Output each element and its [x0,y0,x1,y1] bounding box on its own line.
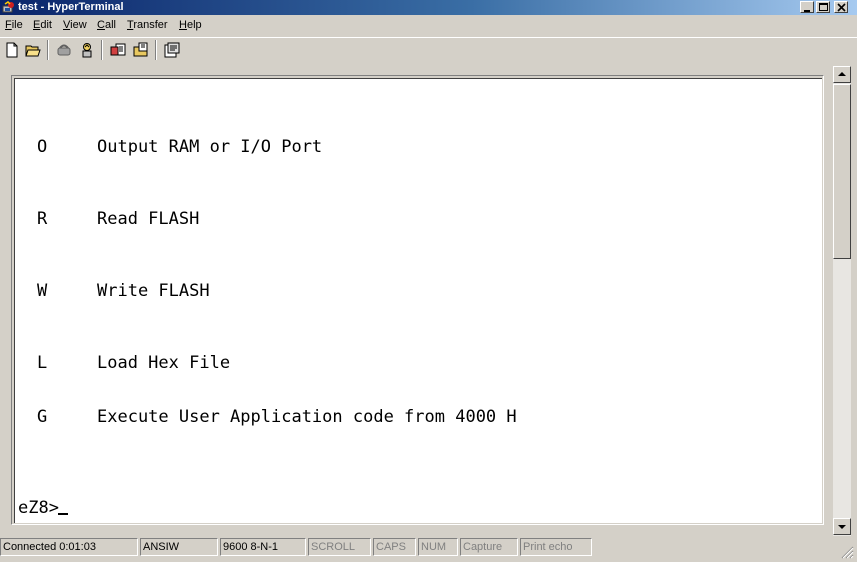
minimize-button[interactable] [800,1,814,13]
maximize-icon [819,3,828,11]
menu-help[interactable]: Help [179,19,202,32]
terminal-line-key: G [37,407,48,427]
window-title: test - HyperTerminal [18,1,124,13]
resize-grip-icon[interactable] [840,545,854,559]
status-bar: Connected 0:01:03 ANSIW 9600 8-N-1 SCROL… [0,537,857,562]
terminal-line-text: Execute User Application code from 4000 … [97,407,517,427]
terminal-line-key: L [37,353,48,373]
menu-edit-label: dit [40,19,52,31]
menu-call-label: all [104,19,116,31]
toolbar-separator [47,40,49,60]
properties-icon [164,42,180,58]
scroll-up-button[interactable] [833,66,851,83]
open-button[interactable] [23,40,43,60]
menu-bar: File Edit View Call Transfer Help [0,15,857,37]
title-bar[interactable]: test - HyperTerminal [0,0,857,15]
text-cursor [58,513,68,515]
menu-help-accel: H [179,19,187,31]
send-file-icon [110,43,126,56]
close-icon [837,3,846,12]
scroll-down-button[interactable] [833,518,851,535]
menu-file-accel: F [5,19,12,31]
menu-transfer-label: ransfer [133,19,168,31]
send-button[interactable] [108,40,128,60]
menu-transfer[interactable]: Transfer [127,19,168,32]
terminal-line-key: R [37,209,48,229]
minimize-icon [804,10,810,12]
hyperterminal-app-icon[interactable] [2,1,16,14]
receive-button[interactable] [131,40,151,60]
receive-file-icon [133,42,148,57]
terminal-prompt: eZ8> [18,498,59,518]
status-emulation: ANSIW [140,538,218,556]
arrow-down-icon [838,525,846,529]
toolbar-separator [101,40,103,60]
status-scroll: SCROLL [308,538,371,556]
toolbar-separator [155,40,157,60]
menu-call[interactable]: Call [97,19,116,32]
terminal-line-text: Read FLASH [97,209,200,229]
new-connection-button[interactable] [2,40,22,60]
hyperterminal-window: test - HyperTerminal File Edit View Call… [0,0,857,562]
status-print-echo: Print echo [520,538,592,556]
scrollbar-thumb[interactable] [833,84,851,259]
menu-call-accel: C [97,19,105,31]
new-document-icon [6,42,18,58]
menu-file-label: ile [11,19,23,31]
status-capture: Capture [460,538,518,556]
menu-view-label: iew [70,19,87,31]
arrow-up-icon [838,72,846,76]
menu-file[interactable]: File [5,19,23,32]
toolbar [0,37,857,63]
properties-button[interactable] [162,40,182,60]
status-caps: CAPS [373,538,416,556]
terminal-line-text: Output RAM or I/O Port [97,137,323,157]
status-num: NUM [418,538,458,556]
call-button[interactable] [77,40,97,60]
menu-edit[interactable]: Edit [33,19,52,32]
maximize-button[interactable] [816,1,830,13]
connect-phone-icon [82,43,92,58]
menu-view[interactable]: View [63,19,87,32]
terminal-line-text: Write FLASH [97,281,210,301]
disconnect-button[interactable] [54,40,74,60]
status-connected: Connected 0:01:03 [0,538,138,556]
close-button[interactable] [834,1,848,13]
terminal-line-key: W [37,281,48,301]
terminal-line-key: O [37,137,48,157]
open-folder-icon [25,45,41,57]
menu-help-label: elp [186,19,202,31]
disconnect-icon [57,44,71,56]
terminal-line-text: Load Hex File [97,353,231,373]
status-port-settings: 9600 8-N-1 [220,538,306,556]
